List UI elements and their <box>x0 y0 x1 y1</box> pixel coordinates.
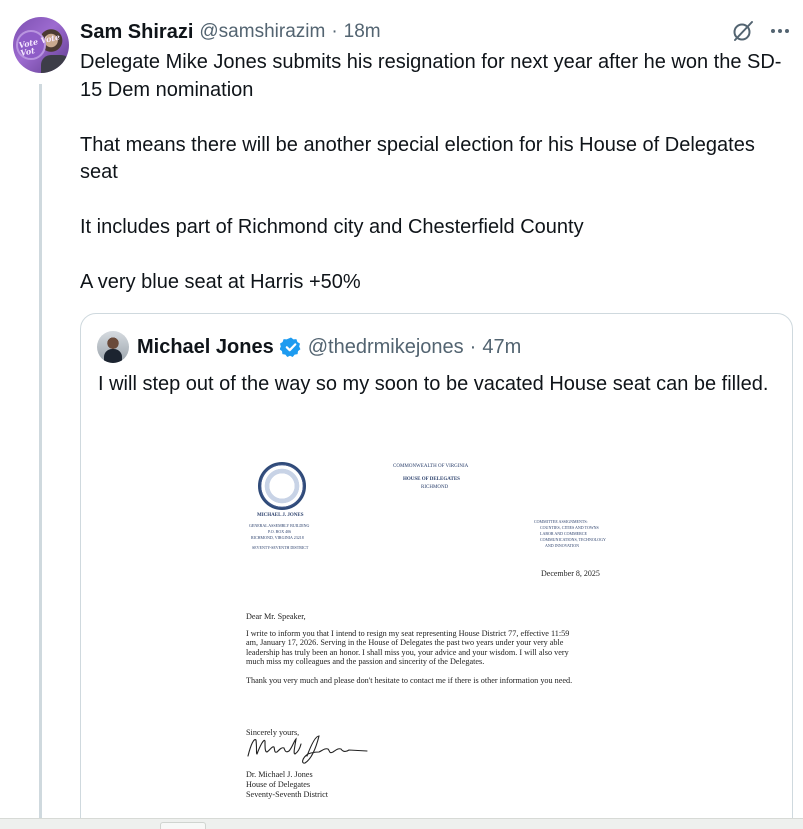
letter-address-3: RICHMOND, VIRGINIA 23218 <box>251 535 304 540</box>
letter-paragraph-1-line-4: much miss my colleagues and the passion … <box>246 657 485 667</box>
browser-bottom-bar <box>0 818 803 829</box>
letter-paragraph-2: Thank you very much and please don't hes… <box>246 676 573 685</box>
letter-city: RICHMOND <box>421 485 449 490</box>
bottom-bar-tab[interactable] <box>160 822 206 829</box>
quote-timestamp[interactable]: 47m <box>482 336 521 359</box>
attached-letter-image[interactable]: COMMONWEALTH OF VIRGINIA HOUSE OF DELEGA… <box>81 444 792 829</box>
letter-signer-name: Dr. Michael J. Jones <box>246 770 313 779</box>
letter-paragraph-1-line-3: leadership has truly been an honor. I sh… <box>246 647 569 657</box>
author-handle[interactable]: @samshirazim <box>199 21 325 43</box>
quote-avatar-figure <box>104 349 122 363</box>
avatar-figure <box>41 55 69 73</box>
letter-commonwealth: COMMONWEALTH OF VIRGINIA <box>393 464 469 469</box>
letter-signer-title: House of Delegates <box>246 780 311 789</box>
author-name[interactable]: Sam Shirazi <box>80 21 193 44</box>
grok-icon <box>733 21 753 41</box>
author-avatar[interactable]: Vote Vote Vot <box>13 17 69 73</box>
more-icon <box>771 29 789 33</box>
quote-author-handle[interactable]: @thedrmikejones <box>308 336 464 359</box>
quote-author-avatar[interactable] <box>97 331 129 363</box>
letter-signer-district: Seventy-Seventh District <box>246 790 329 799</box>
letter-paragraph-1-line-1: I write to inform you that I intend to r… <box>246 629 570 638</box>
handwritten-signature <box>247 735 368 764</box>
letter-date: December 8, 2025 <box>541 569 600 578</box>
tweet-text: Delegate Mike Jones submits his resignat… <box>80 51 782 293</box>
thread-connector-line <box>39 84 42 824</box>
letter-salutation: Dear Mr. Speaker, <box>246 612 306 621</box>
letter-district-caps: SEVENTY-SEVENTH DISTRICT <box>252 545 309 550</box>
tweet-header: Sam Shirazi @samshirazim · 18m <box>80 20 381 44</box>
quote-header: Michael Jones @thedrmikejones · 47m <box>137 334 521 360</box>
letter-member-name: MICHAEL J. JONES <box>257 513 304 518</box>
tweet-timestamp[interactable]: 18m <box>344 21 381 43</box>
quote-author-name[interactable]: Michael Jones <box>137 336 274 359</box>
more-options-button[interactable] <box>765 16 795 46</box>
letter-house: HOUSE OF DELEGATES <box>403 477 460 482</box>
verified-badge-icon <box>279 337 301 357</box>
virginia-seal-icon <box>258 462 306 510</box>
quote-separator: · <box>469 335 477 358</box>
quoted-tweet[interactable]: Michael Jones @thedrmikejones · 47m I wi… <box>80 313 793 829</box>
header-separator: · <box>331 21 338 42</box>
letter-paragraph-1-line-2: am, January 17, 2026. Serving in the Hou… <box>246 638 564 648</box>
grok-button[interactable] <box>728 16 758 46</box>
quote-text: I will step out of the way so my soon to… <box>98 373 769 395</box>
letter-committees-5: AND INNOVATION <box>545 543 580 548</box>
